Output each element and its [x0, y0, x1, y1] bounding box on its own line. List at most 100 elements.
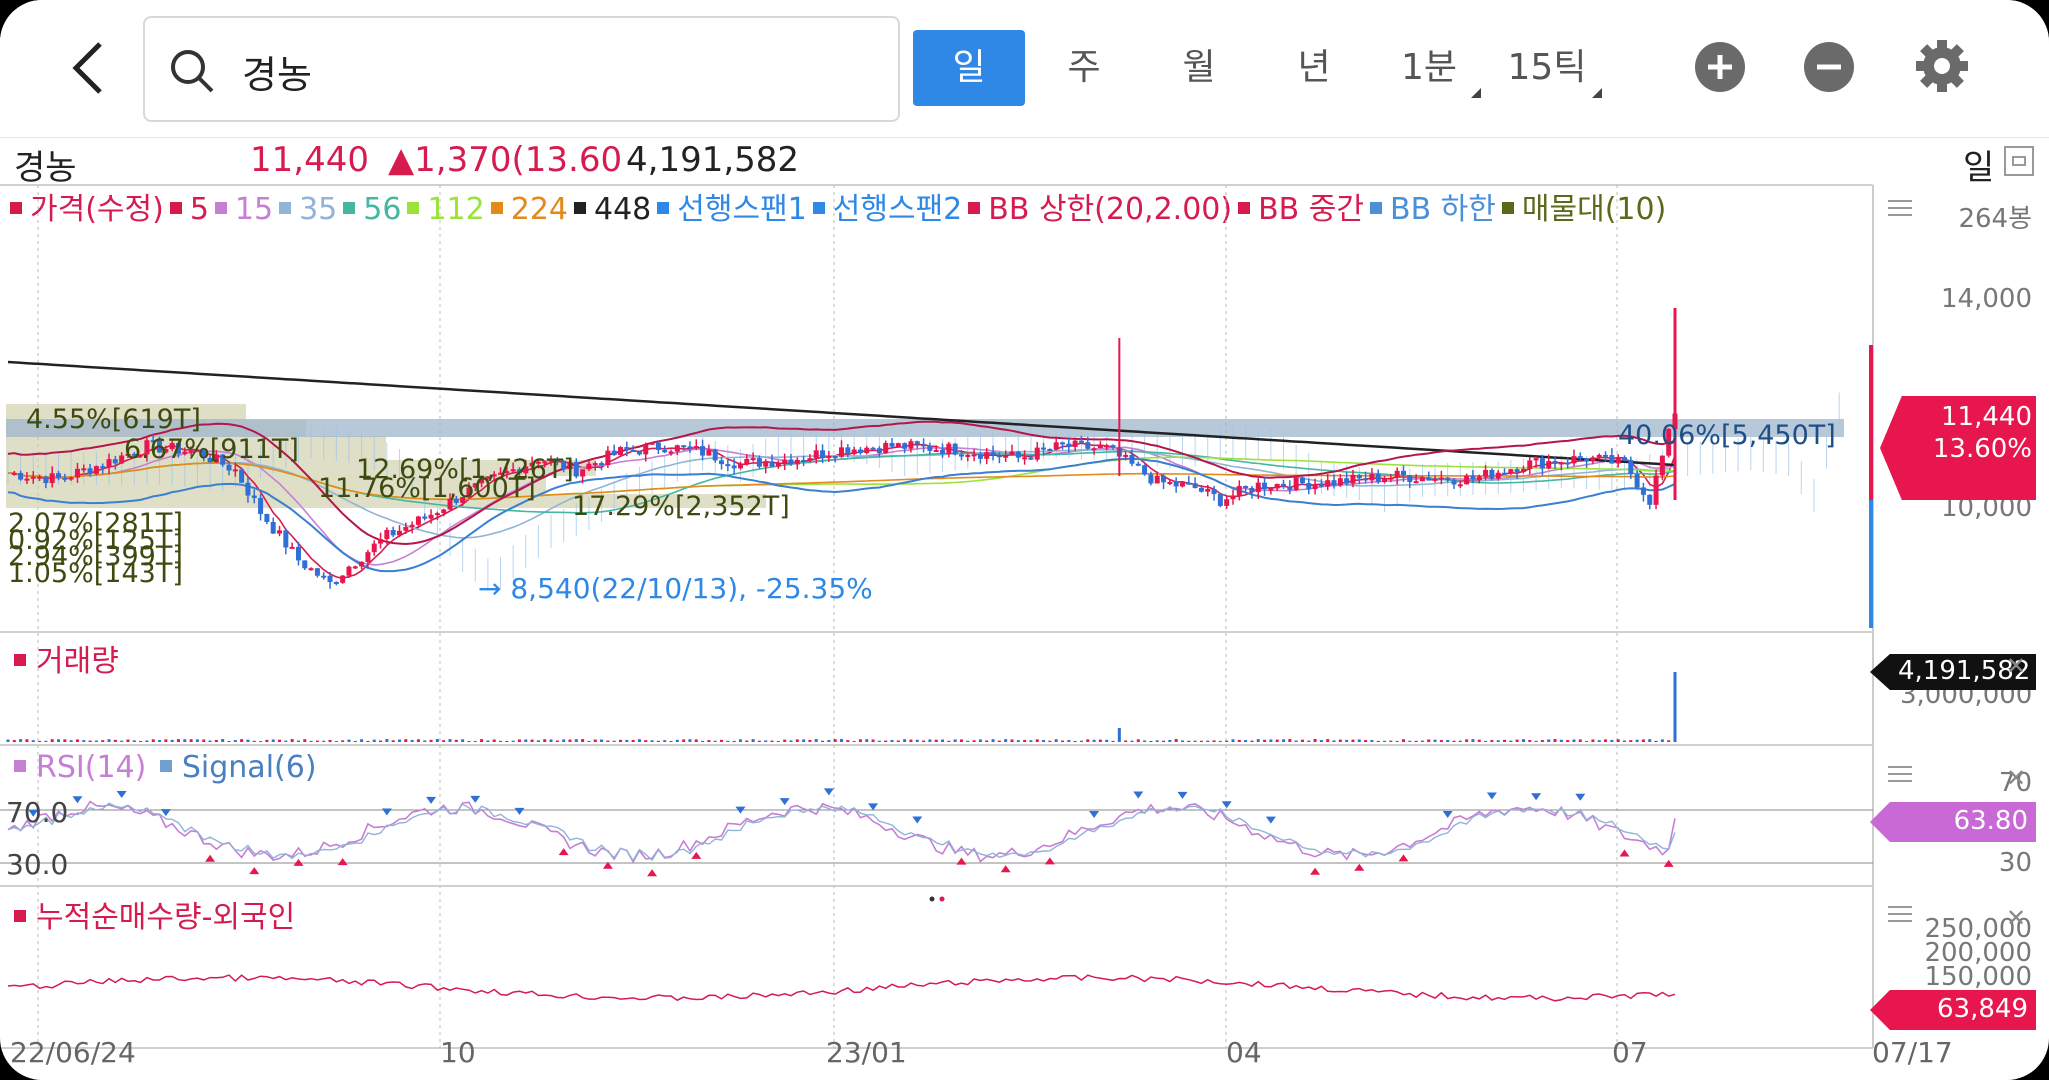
- candle-body: [977, 454, 983, 459]
- volume-bar: [1174, 739, 1178, 742]
- volume-bar: [1401, 739, 1405, 742]
- candle-body: [1476, 476, 1482, 480]
- volume-bar: [991, 739, 995, 742]
- candle-body: [1546, 461, 1552, 469]
- volume-bar: [1218, 740, 1222, 742]
- volume-bar: [1168, 739, 1172, 742]
- foreign-pane-close-icon[interactable]: ✕: [2006, 904, 2026, 932]
- candle-body: [1640, 487, 1646, 495]
- candle-body: [851, 449, 857, 455]
- candle-body: [422, 516, 428, 519]
- volume-bar: [720, 739, 724, 742]
- volume-bar: [1610, 739, 1614, 742]
- candle-body: [1603, 454, 1609, 457]
- volume-bars: [6, 672, 1677, 742]
- candle-body: [245, 482, 251, 496]
- stock-chart[interactable]: 4.55%[619T]6.67%[911T]12.69%[1,726T]11.7…: [0, 0, 2049, 1080]
- volume-bar: [738, 739, 742, 742]
- foreign-pane-menu-icon[interactable]: [1888, 906, 1912, 924]
- volume-bar: [764, 740, 768, 742]
- volume-bar: [284, 740, 288, 742]
- volume-pane-close-icon[interactable]: ✕: [2006, 652, 2026, 680]
- candle-body: [384, 529, 390, 540]
- candle-body: [1483, 469, 1489, 477]
- volume-bar: [549, 739, 553, 742]
- rsi-pane-close-icon[interactable]: ✕: [2006, 764, 2026, 792]
- volume-bar: [448, 739, 452, 742]
- candle-body: [889, 442, 895, 447]
- volume-bar: [480, 739, 484, 742]
- candle-body: [81, 468, 87, 471]
- candle-body: [1186, 482, 1192, 485]
- volume-bar: [1326, 739, 1330, 742]
- candle-body: [283, 530, 289, 548]
- date-tick: 07/17: [1872, 1036, 1953, 1069]
- candle-body: [1527, 460, 1533, 469]
- volume-bar: [1288, 739, 1292, 742]
- candle-body: [870, 447, 876, 450]
- signal-arrow: [1486, 792, 1497, 800]
- candle-body: [1520, 468, 1526, 473]
- candle-body: [750, 458, 756, 461]
- candle-body: [1659, 455, 1665, 476]
- volume-bar: [189, 739, 193, 742]
- candle-body: [93, 466, 99, 474]
- volume-bar: [1010, 739, 1014, 742]
- volume-bar: [120, 740, 124, 742]
- signal-title: Signal(6): [181, 750, 317, 785]
- volume-bar: [1199, 740, 1203, 742]
- candle-body: [11, 472, 17, 475]
- volume-bar: [637, 739, 641, 742]
- candle-body: [996, 455, 1002, 458]
- signal-arrow: [1310, 867, 1321, 875]
- candle-body: [1123, 454, 1129, 457]
- candle-body: [1243, 486, 1249, 489]
- signal-arrow: [1354, 863, 1365, 871]
- volume-bar: [675, 739, 679, 742]
- signal-arrow: [1000, 865, 1011, 873]
- signal-arrow: [1398, 854, 1409, 862]
- candle-body: [617, 447, 623, 456]
- candle-body: [1085, 442, 1091, 449]
- candle-body: [1634, 474, 1640, 488]
- rsi-pane-menu-icon[interactable]: [1888, 766, 1912, 784]
- current-pct-label: 13.60%: [1932, 434, 2032, 464]
- volume-bar: [88, 740, 92, 742]
- volume-bar: [1269, 739, 1273, 742]
- volume-bar: [530, 739, 534, 742]
- volume-bar: [416, 739, 420, 742]
- candle-body: [958, 454, 964, 457]
- candle-body: [1198, 487, 1204, 492]
- volume-bar: [170, 739, 174, 742]
- volume-bar: [1098, 739, 1102, 742]
- candle-body: [813, 450, 819, 459]
- volume-profile-label: 40.06%[5,450T]: [1618, 420, 1836, 451]
- volume-bar: [732, 740, 736, 742]
- candle-body: [1173, 481, 1179, 487]
- volume-bar: [1124, 740, 1128, 742]
- candle-body: [1375, 474, 1381, 483]
- candle-body: [1350, 474, 1356, 484]
- signal-arrow: [1221, 801, 1232, 809]
- candle-body: [1205, 488, 1211, 492]
- candle-body: [1249, 487, 1255, 493]
- volume-bar: [195, 739, 199, 742]
- volume-bar: [517, 739, 521, 742]
- bar-count: 264봉: [1958, 204, 2032, 234]
- price-pane-menu-icon[interactable]: [1888, 200, 1912, 218]
- signal-arrow: [691, 851, 702, 859]
- candle-body: [611, 450, 617, 456]
- volume-bar: [240, 739, 244, 742]
- volume-bar: [158, 740, 162, 742]
- volume-bar: [1136, 739, 1140, 742]
- signal-arrow: [1619, 849, 1630, 857]
- volume-bar: [1067, 740, 1071, 742]
- candle-body: [1217, 494, 1223, 506]
- signal-arrow: [1265, 816, 1276, 824]
- foreign-title: 누적순매수량-외국인: [36, 900, 296, 935]
- candle-body: [87, 468, 93, 474]
- candle-body: [62, 477, 68, 480]
- volume-bar: [1319, 740, 1323, 742]
- volume-bar: [1521, 739, 1525, 742]
- candle-body: [346, 566, 352, 576]
